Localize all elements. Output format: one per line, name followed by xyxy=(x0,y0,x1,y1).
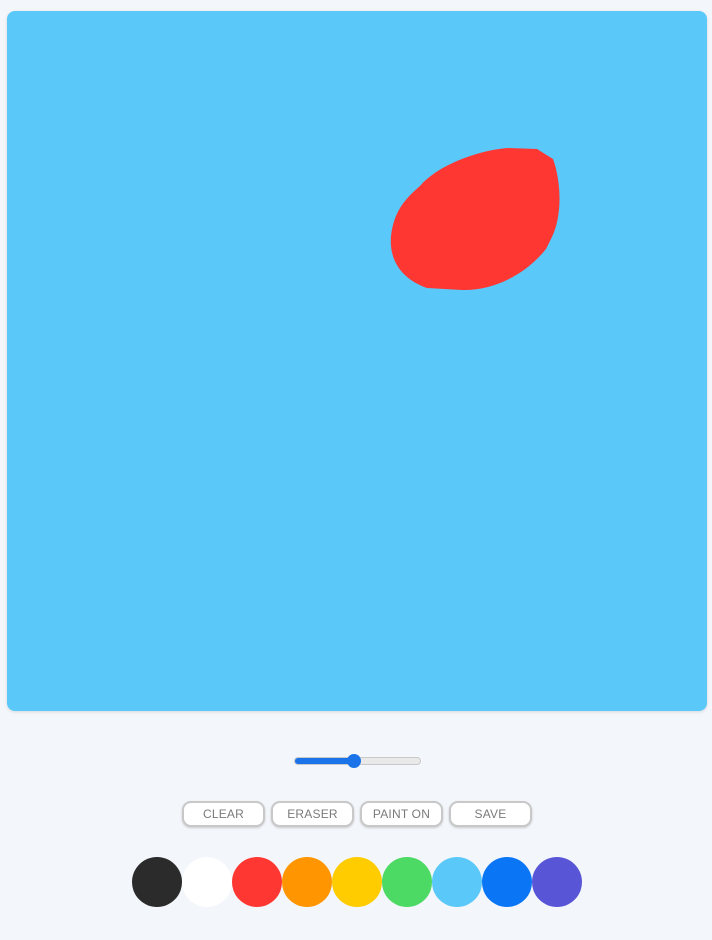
canvas-surface[interactable] xyxy=(7,11,707,711)
canvas-background xyxy=(7,11,707,711)
eraser-button[interactable]: ERASER xyxy=(271,801,354,827)
clear-button[interactable]: CLEAR xyxy=(182,801,265,827)
toolbar: CLEAR ERASER PAINT ON SAVE xyxy=(182,801,532,827)
color-swatch-black[interactable] xyxy=(132,857,182,907)
color-swatch-blue[interactable] xyxy=(482,857,532,907)
color-swatch-white[interactable] xyxy=(182,857,232,907)
color-swatch-red[interactable] xyxy=(232,857,282,907)
save-button[interactable]: SAVE xyxy=(449,801,532,827)
color-swatch-light-blue[interactable] xyxy=(432,857,482,907)
color-swatch-green[interactable] xyxy=(382,857,432,907)
color-swatch-orange[interactable] xyxy=(282,857,332,907)
color-palette xyxy=(132,857,582,907)
slider-fill xyxy=(295,758,355,764)
color-swatch-yellow[interactable] xyxy=(332,857,382,907)
brush-size-slider[interactable] xyxy=(294,754,421,768)
paint-on-button[interactable]: PAINT ON xyxy=(360,801,443,827)
slider-thumb[interactable] xyxy=(346,754,361,768)
color-swatch-purple[interactable] xyxy=(532,857,582,907)
drawing-canvas[interactable] xyxy=(7,11,707,711)
